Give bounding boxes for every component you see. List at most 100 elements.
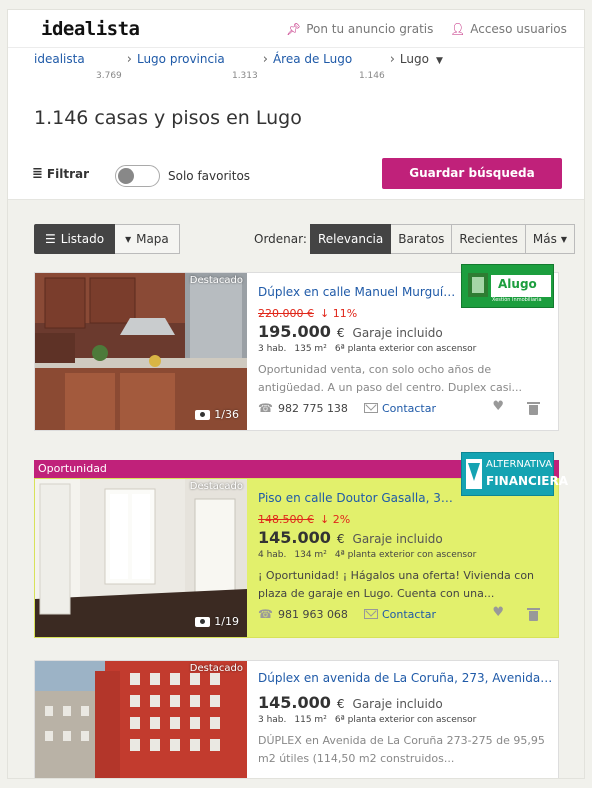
price: 195.000: [258, 322, 331, 341]
phone-icon: ☎: [258, 607, 273, 621]
contact-row: ☎ 982 775 138 Contactar ♥: [258, 399, 550, 415]
breadcrumb-label: Lugo: [399, 52, 429, 66]
listing-info: Piso en calle Doutor Gasalla, 30, L... 1…: [258, 479, 550, 621]
listing-card[interactable]: Destacado Dúplex en avenida de La Coruña…: [34, 660, 559, 778]
listing-photo[interactable]: Destacado 1/36: [35, 273, 247, 430]
user-icon: 👤︎: [450, 22, 466, 36]
area: 135 m²: [294, 344, 327, 354]
breadcrumb-item-area[interactable]: Área de Lugo 1.146: [273, 52, 385, 81]
favorites-toggle[interactable]: [115, 165, 160, 187]
discard-trash-icon[interactable]: [527, 402, 540, 415]
listing-title[interactable]: Dúplex en avenida de La Coruña, 273, Ave…: [258, 671, 553, 685]
garage-included: Garaje incluido: [352, 532, 443, 546]
order-relevance[interactable]: Relevancia: [310, 224, 392, 254]
contact-row: ☎ 981 963 068 Contactar ♥: [258, 605, 550, 621]
listing-photo[interactable]: Destacado: [35, 661, 247, 778]
favorites-label: Solo favoritos: [168, 169, 251, 183]
filter-bar: ≣ Filtrar Solo favoritos Guardar búsqued…: [8, 158, 584, 200]
breadcrumb-label: Lugo provincia: [136, 52, 225, 66]
idealista-logo[interactable]: idealista: [41, 18, 140, 40]
envelope-icon: [363, 403, 378, 413]
area: 134 m²: [294, 550, 327, 560]
page: idealista 📌︎ Pon tu anuncio gratis 👤︎ Ac…: [7, 9, 585, 779]
price-line: 145.000 € Garaje incluido: [258, 528, 550, 547]
post-ad-link[interactable]: 📌︎ Pon tu anuncio gratis: [286, 22, 433, 36]
listing-details: 3 hab. 115 m² 6ª planta exterior con asc…: [258, 715, 550, 725]
chevron-right-icon: ›: [262, 52, 268, 67]
pin-icon: 📌︎: [286, 22, 302, 36]
agency-name: ALTERNATIVA: [486, 459, 553, 470]
favorite-heart-icon[interactable]: ♥: [492, 605, 504, 620]
price-drop-percent: ↓ 11%: [319, 307, 358, 320]
list-icon: ☰: [45, 232, 56, 246]
garage-included: Garaje incluido: [352, 326, 443, 340]
envelope-icon: [363, 609, 378, 619]
listing-title[interactable]: Piso en calle Doutor Gasalla, 30, L...: [258, 491, 458, 505]
camera-icon: [195, 616, 211, 627]
contact-button[interactable]: Contactar: [363, 402, 436, 415]
chevron-right-icon: ›: [389, 52, 395, 67]
phone-icon: ☎: [258, 401, 273, 415]
discard-trash-icon[interactable]: [527, 608, 540, 621]
login-link[interactable]: 👤︎ Acceso usuarios: [450, 22, 567, 36]
list-view-label: Listado: [60, 232, 105, 246]
floor: 4ª planta exterior con ascensor: [334, 550, 477, 560]
map-view-label: Mapa: [136, 232, 169, 246]
order-more[interactable]: Más ▼: [525, 224, 575, 254]
view-switcher: ☰ Listado ▾ Mapa: [34, 224, 180, 254]
phone-number: 981 963 068: [277, 607, 348, 621]
currency: €: [336, 326, 345, 340]
breadcrumb-item-current[interactable]: Lugo: [400, 52, 429, 66]
page-title: 1.146 casas y pisos en Lugo: [34, 107, 302, 129]
camera-icon: [195, 409, 211, 420]
photo-count: 1/36: [195, 408, 239, 421]
breadcrumb-item-idealista[interactable]: idealista 3.769: [34, 52, 122, 81]
old-price: 220.000 €: [258, 307, 314, 320]
price-drop: 148.500 € ↓ 2%: [258, 513, 550, 526]
list-view-button[interactable]: ☰ Listado: [34, 224, 116, 254]
featured-badge: Destacado: [189, 663, 243, 674]
listing-card[interactable]: Destacado 1/36 Alugo Xestión Inmobiliari…: [34, 264, 559, 431]
contact-button[interactable]: Contactar: [363, 608, 436, 621]
filter-label: Filtrar: [46, 166, 89, 181]
breadcrumb-item-province[interactable]: Lugo provincia 1.313: [137, 52, 258, 81]
featured-badge: Destacado: [189, 481, 243, 492]
favorite-heart-icon[interactable]: ♥: [492, 399, 504, 414]
floor: 6ª planta exterior con ascensor: [334, 344, 477, 354]
listing-description: Oportunidad venta, con solo ocho años de…: [258, 363, 522, 394]
price-line: 145.000 € Garaje incluido: [258, 693, 550, 712]
save-search-button[interactable]: Guardar búsqueda: [382, 158, 562, 189]
listing-info: Dúplex en avenida de La Coruña, 273, Ave…: [258, 661, 553, 768]
order-recent[interactable]: Recientes: [452, 224, 526, 254]
caret-down-icon: ▼: [560, 234, 567, 244]
caret-down-icon[interactable]: ▼: [436, 52, 443, 70]
rooms: 3 hab.: [258, 715, 287, 725]
listing-title[interactable]: Dúplex en calle Manuel Murguía, ...: [258, 285, 458, 299]
garage-included: Garaje incluido: [352, 697, 443, 711]
filter-button[interactable]: ≣ Filtrar: [32, 166, 89, 181]
currency: €: [336, 532, 345, 546]
price: 145.000: [258, 693, 331, 712]
price-drop-percent: ↓ 2%: [319, 513, 351, 526]
listing-description: DÚPLEX en Avenida de La Coruña 273-275 d…: [258, 734, 545, 765]
breadcrumb-count: 1.146: [358, 71, 385, 81]
phone-link[interactable]: ☎ 982 775 138: [258, 401, 348, 415]
order-cheapest[interactable]: Baratos: [391, 224, 453, 254]
area: 115 m²: [294, 715, 327, 725]
breadcrumb: idealista 3.769 › Lugo provincia 1.313 ›…: [34, 52, 443, 81]
listing-photo[interactable]: Destacado 1/19: [35, 479, 247, 637]
kitchen-photo: [35, 273, 247, 430]
results-area: ☰ Listado ▾ Mapa Ordenar: Relevancia Bar…: [8, 200, 584, 778]
order-label: Ordenar:: [254, 232, 307, 246]
listing-card[interactable]: Destacado 1/19 ALTERNATIVA FINANCIERA Pi…: [34, 452, 568, 638]
order-buttons: Relevancia Baratos Recientes Más ▼: [310, 224, 575, 254]
map-view-button[interactable]: ▾ Mapa: [115, 224, 180, 254]
interior-photo: [35, 479, 247, 637]
listing-info: Dúplex en calle Manuel Murguía, ... 220.…: [258, 273, 550, 415]
toggle-knob: [118, 168, 134, 184]
phone-link[interactable]: ☎ 981 963 068: [258, 607, 348, 621]
photo-count-label: 1/19: [214, 615, 239, 628]
listing-description: ¡ Oportunidad! ¡ Hágalos una oferta! Viv…: [258, 569, 535, 600]
filter-icon: ≣: [32, 166, 43, 181]
order-more-label: Más: [532, 232, 557, 246]
